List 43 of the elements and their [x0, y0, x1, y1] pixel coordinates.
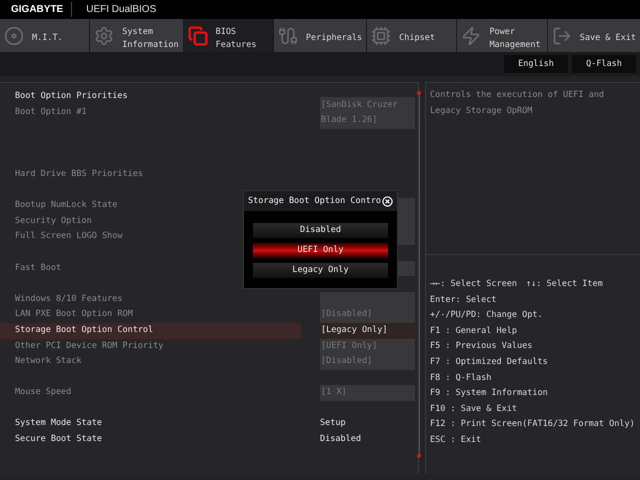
- menu-tab[interactable]: Chipset: [367, 19, 456, 52]
- key-hint: F8 : Q-Flash: [430, 372, 492, 385]
- setting-value: Disabled: [320, 433, 361, 446]
- brand-logo: GIGABYTE: [0, 2, 72, 17]
- lightning-icon: [461, 26, 482, 46]
- key-hint: Enter: Select: [430, 294, 497, 307]
- setting-label[interactable]: Boot Option Priorities: [0, 89, 301, 105]
- popup-option[interactable]: Disabled: [253, 223, 388, 238]
- menu-tab[interactable]: Power Management: [457, 19, 547, 52]
- gear-icon: [94, 26, 114, 46]
- setting-label[interactable]: Storage Boot Option Control: [0, 322, 301, 339]
- key-hint: →←: Select Screen: [430, 278, 517, 291]
- cable-icon: [278, 26, 298, 46]
- popup-option[interactable]: Legacy Only: [253, 263, 388, 278]
- chip-icon: [371, 26, 392, 46]
- key-hint: F7 : Optimized Defaults: [430, 356, 548, 369]
- setting-value: Setup: [320, 417, 346, 430]
- key-hint: F9 : System Information: [430, 387, 548, 400]
- scrollbar[interactable]: [417, 91, 421, 458]
- key-hint: F5 : Previous Values: [430, 340, 532, 354]
- key-hint: F1 : General Help: [430, 324, 517, 338]
- popup-option[interactable]: UEFI Only: [253, 243, 388, 258]
- menu-tab[interactable]: Save & Exit: [548, 19, 640, 52]
- menu-tab[interactable]: Peripherals: [274, 19, 366, 52]
- menu-tab[interactable]: M.I.T.: [0, 19, 90, 52]
- top-button[interactable]: Q-Flash: [572, 55, 636, 73]
- top-button[interactable]: English: [504, 55, 568, 73]
- exit-icon: [552, 26, 572, 46]
- setting-label: System Mode State: [14, 417, 103, 430]
- key-hint: ↑↓: Select Item: [526, 278, 603, 291]
- popup-title: Storage Boot Option Contro: [248, 194, 382, 208]
- menu-tab[interactable]: BIOS Features: [184, 19, 273, 52]
- close-icon[interactable]: [382, 196, 394, 206]
- window-title: UEFI DualBIOS: [85, 3, 156, 17]
- menu-tab[interactable]: System Information: [90, 19, 183, 52]
- setting-label: Secure Boot State: [14, 433, 103, 446]
- key-hint: F10 : Save & Exit: [430, 402, 517, 416]
- key-hint: ESC : Exit: [430, 434, 482, 447]
- stacked-squares-icon: [188, 26, 208, 46]
- disc-icon: [4, 26, 24, 46]
- setting-value[interactable]: [Legacy Only]: [320, 322, 415, 339]
- key-hint: F12 : Print Screen(FAT16/32 Format Only): [430, 418, 635, 432]
- key-hint: +/-/PU/PD: Change Opt.: [430, 309, 543, 322]
